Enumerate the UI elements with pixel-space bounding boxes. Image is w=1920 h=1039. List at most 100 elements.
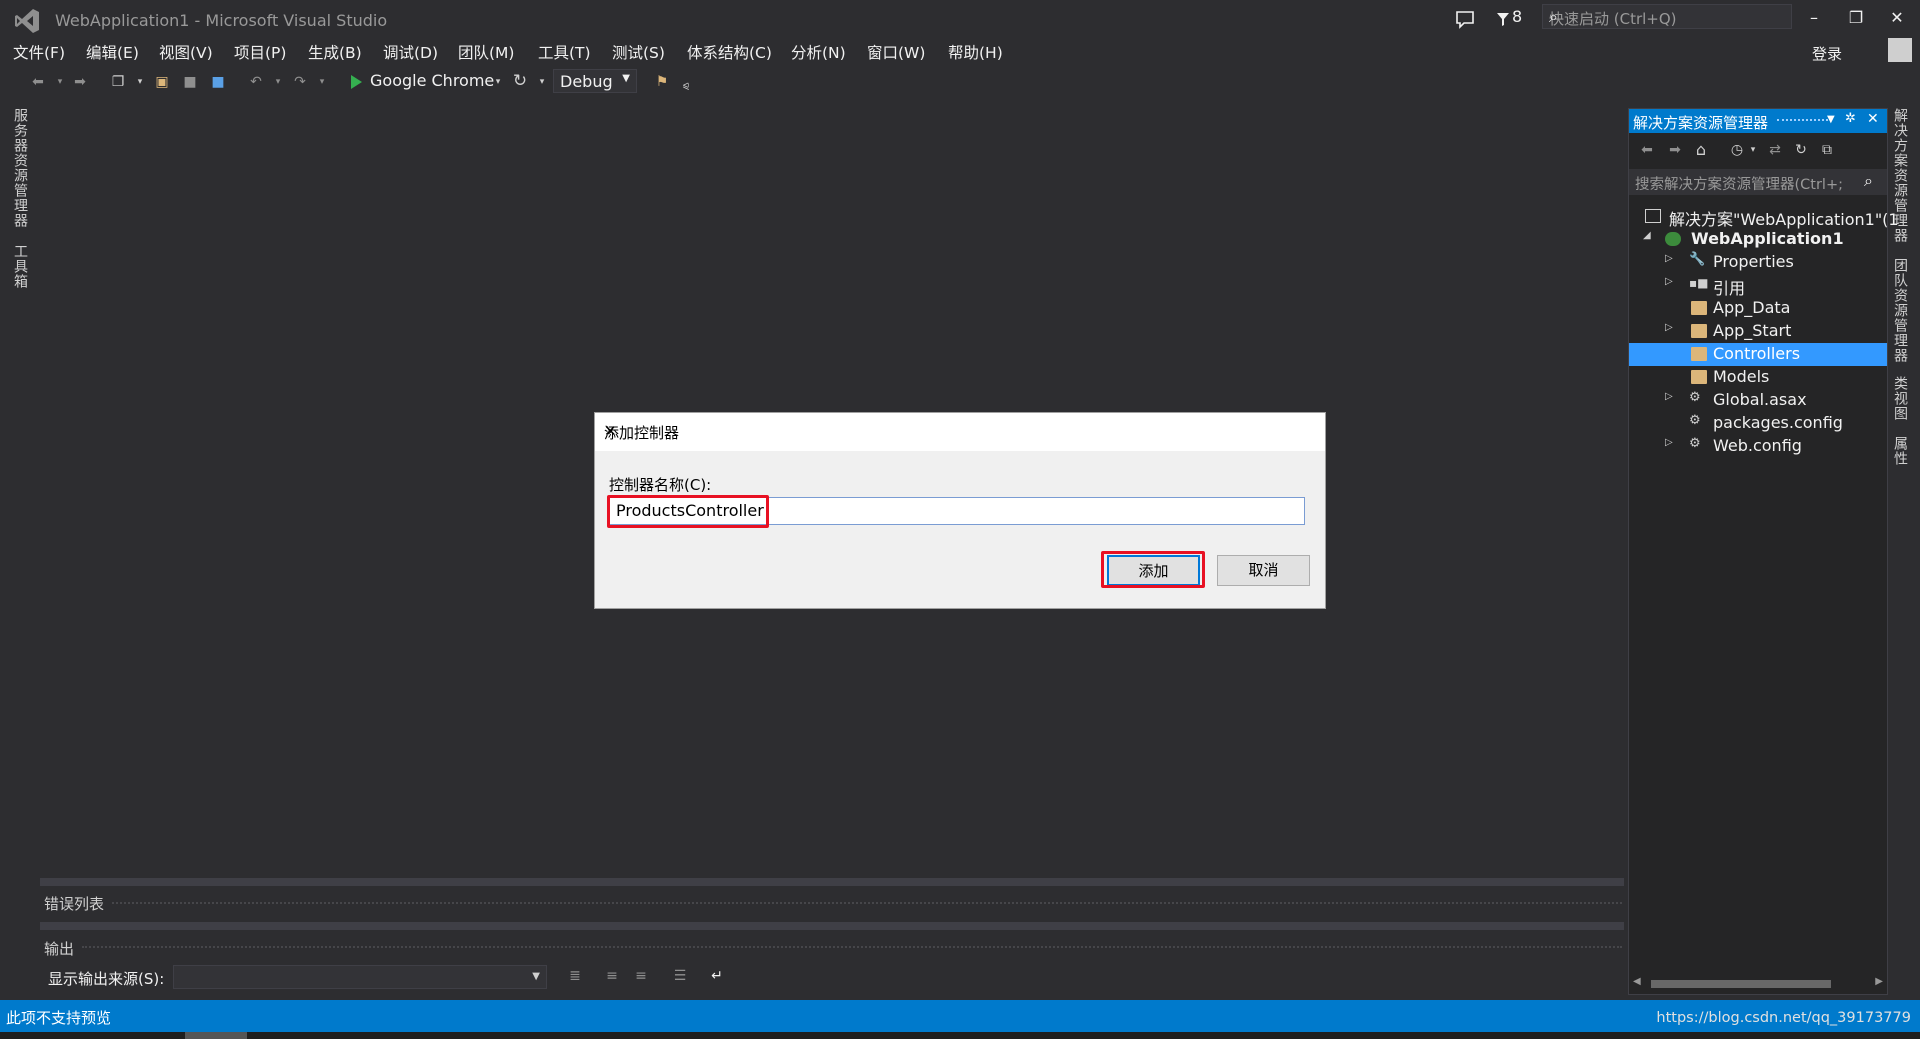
annotation-highlight-add-button (1101, 551, 1205, 588)
redo-icon[interactable]: ↷ (290, 72, 310, 92)
solution-configuration-select[interactable]: Debug ▼ (553, 69, 637, 93)
panel-grip (112, 902, 1622, 906)
pin-icon[interactable]: ✲ (1845, 111, 1856, 126)
expand-arrow-icon[interactable]: ▷ (1665, 322, 1673, 333)
chevron-down-icon[interactable]: ▼ (1827, 114, 1835, 125)
toolbox-tab[interactable]: 工具箱 (10, 244, 30, 289)
expand-arrow-icon[interactable]: ▷ (1665, 276, 1673, 287)
navigate-forward-icon[interactable]: ➡ (70, 72, 90, 92)
menu-build[interactable]: 生成(B) (308, 41, 362, 63)
clear-all-icon[interactable]: ☰ (670, 966, 690, 986)
cancel-button[interactable]: 取消 (1217, 555, 1310, 586)
user-avatar[interactable] (1888, 38, 1912, 62)
refresh-icon[interactable]: ↻ (1791, 140, 1811, 160)
search-icon[interactable]: ⌕ (1549, 7, 1785, 27)
error-list-tab[interactable]: 错误列表 (44, 893, 104, 914)
class-view-tab[interactable]: 类视图 (1890, 376, 1910, 421)
minimize-button[interactable]: – (1803, 8, 1825, 30)
refresh-icon[interactable]: ↻ (510, 71, 530, 91)
save-all-icon[interactable]: ■ (208, 72, 228, 92)
dialog-title-bar: 添加控制器 ✕ (595, 413, 1325, 451)
menu-window[interactable]: 窗口(W) (867, 41, 925, 63)
save-icon[interactable]: ■ (180, 72, 200, 92)
tree-item-project[interactable]: ◢ WebApplication1 (1629, 228, 1887, 251)
restore-button[interactable]: ❐ (1845, 8, 1867, 30)
chevron-down-icon[interactable]: ▾ (130, 72, 150, 92)
tree-item-app-start[interactable]: ▷ App_Start (1629, 320, 1887, 343)
undo-icon[interactable]: ↶ (246, 72, 266, 92)
tree-item-web-config[interactable]: ▷ ⚙ Web.config (1629, 435, 1887, 458)
collapse-all-icon[interactable]: ⧉ (1817, 140, 1837, 160)
menu-tools[interactable]: 工具(T) (538, 41, 591, 63)
search-icon[interactable]: ⌕ (1864, 171, 1873, 191)
window-title: WebApplication1 - Microsoft Visual Studi… (55, 11, 388, 30)
feedback-icon[interactable] (1454, 8, 1476, 30)
scroll-right-icon[interactable]: ▶ (1875, 976, 1883, 987)
menu-test[interactable]: 测试(S) (612, 41, 665, 63)
toolbar-overflow-icon[interactable]: ⪨ (676, 76, 696, 96)
chevron-down-icon[interactable]: ▾ (488, 72, 508, 92)
chevron-down-icon[interactable]: ▾ (50, 72, 70, 92)
expand-arrow-icon[interactable]: ▷ (1665, 253, 1673, 264)
close-icon[interactable]: ✕ (1867, 111, 1879, 127)
previous-message-icon[interactable]: ≡ (602, 966, 622, 986)
horizontal-scrollbar[interactable]: ◀ ▶ (1633, 975, 1883, 991)
new-project-icon[interactable]: ❐ (108, 72, 128, 92)
chevron-down-icon: ▼ (622, 73, 630, 84)
output-tab[interactable]: 输出 (44, 938, 74, 959)
expand-arrow-icon[interactable]: ▷ (1665, 391, 1673, 402)
solution-explorer-search-input[interactable]: 搜索解决方案资源管理器(Ctrl+; ⌕ (1629, 169, 1887, 195)
tree-item-models[interactable]: Models (1629, 366, 1887, 389)
menu-file[interactable]: 文件(F) (13, 41, 65, 63)
tree-item-controllers[interactable]: Controllers (1629, 343, 1887, 366)
find-in-files-icon[interactable]: ⚑ (652, 72, 672, 92)
server-explorer-tab[interactable]: 服务器资源管理器 (10, 108, 30, 228)
forward-icon[interactable]: ➡ (1665, 140, 1685, 160)
menu-project[interactable]: 项目(P) (234, 41, 286, 63)
tree-item-global-asax[interactable]: ▷ ⚙ Global.asax (1629, 389, 1887, 412)
output-source-select[interactable]: ▼ (173, 965, 547, 989)
menu-analyze[interactable]: 分析(N) (791, 41, 846, 63)
solution-explorer-header[interactable]: 解决方案资源管理器 ▼ ✲ ✕ (1629, 109, 1887, 133)
find-message-in-code-icon[interactable]: ≣ (565, 966, 585, 986)
navigate-back-icon[interactable]: ⬅ (28, 72, 48, 92)
tree-item-label: packages.config (1713, 413, 1843, 432)
menu-view[interactable]: 视图(V) (159, 41, 213, 63)
back-icon[interactable]: ⬅ (1637, 140, 1657, 160)
start-debugging-icon[interactable] (346, 72, 366, 92)
next-message-icon[interactable]: ≡ (631, 966, 651, 986)
notifications-count[interactable]: 8 (1512, 7, 1522, 26)
run-target-label[interactable]: Google Chrome (370, 71, 494, 90)
status-bar: 此项不支持预览 https://blog.csdn.net/qq_3917377… (0, 1000, 1920, 1032)
tree-item-references[interactable]: ▷ ▪■ 引用 (1629, 274, 1887, 298)
tree-item-app-data[interactable]: App_Data (1629, 297, 1887, 320)
toggle-word-wrap-icon[interactable]: ↵ (707, 966, 727, 986)
menu-architecture[interactable]: 体系结构(C) (687, 41, 772, 63)
menu-help[interactable]: 帮助(H) (948, 41, 1003, 63)
tree-item-properties[interactable]: ▷ 🔧 Properties (1629, 251, 1887, 274)
chevron-down-icon[interactable]: ▾ (532, 72, 552, 92)
sign-in-link[interactable]: 登录 (1812, 43, 1842, 64)
scrollbar-thumb[interactable] (1651, 980, 1831, 988)
home-icon[interactable]: ⌂ (1691, 140, 1711, 160)
chevron-down-icon[interactable]: ▾ (268, 72, 288, 92)
team-explorer-tab[interactable]: 团队资源管理器 (1890, 258, 1910, 363)
tree-item-solution[interactable]: 解决方案"WebApplication1"(1 (1629, 205, 1899, 229)
quick-launch-input[interactable]: 快速启动 (Ctrl+Q) ⌕ (1542, 4, 1792, 29)
close-button[interactable]: ✕ (1886, 8, 1908, 30)
open-file-icon[interactable]: ▣ (152, 72, 172, 92)
notifications-filter-icon[interactable] (1496, 8, 1510, 30)
close-icon[interactable]: ✕ (604, 422, 1315, 440)
expand-arrow-icon[interactable]: ▷ (1665, 437, 1673, 448)
menu-edit[interactable]: 编辑(E) (86, 41, 139, 63)
configuration-value: Debug (560, 72, 613, 91)
chevron-down-icon[interactable]: ▾ (1743, 140, 1763, 160)
tree-item-packages-config[interactable]: ⚙ packages.config (1629, 412, 1887, 435)
sync-icon[interactable]: ⇄ (1765, 140, 1785, 160)
chevron-down-icon[interactable]: ▾ (312, 72, 332, 92)
scroll-left-icon[interactable]: ◀ (1633, 976, 1641, 987)
collapse-arrow-icon[interactable]: ◢ (1643, 230, 1651, 241)
menu-debug[interactable]: 调试(D) (383, 41, 438, 63)
menu-team[interactable]: 团队(M) (458, 41, 514, 63)
properties-tab[interactable]: 属性 (1890, 436, 1910, 466)
